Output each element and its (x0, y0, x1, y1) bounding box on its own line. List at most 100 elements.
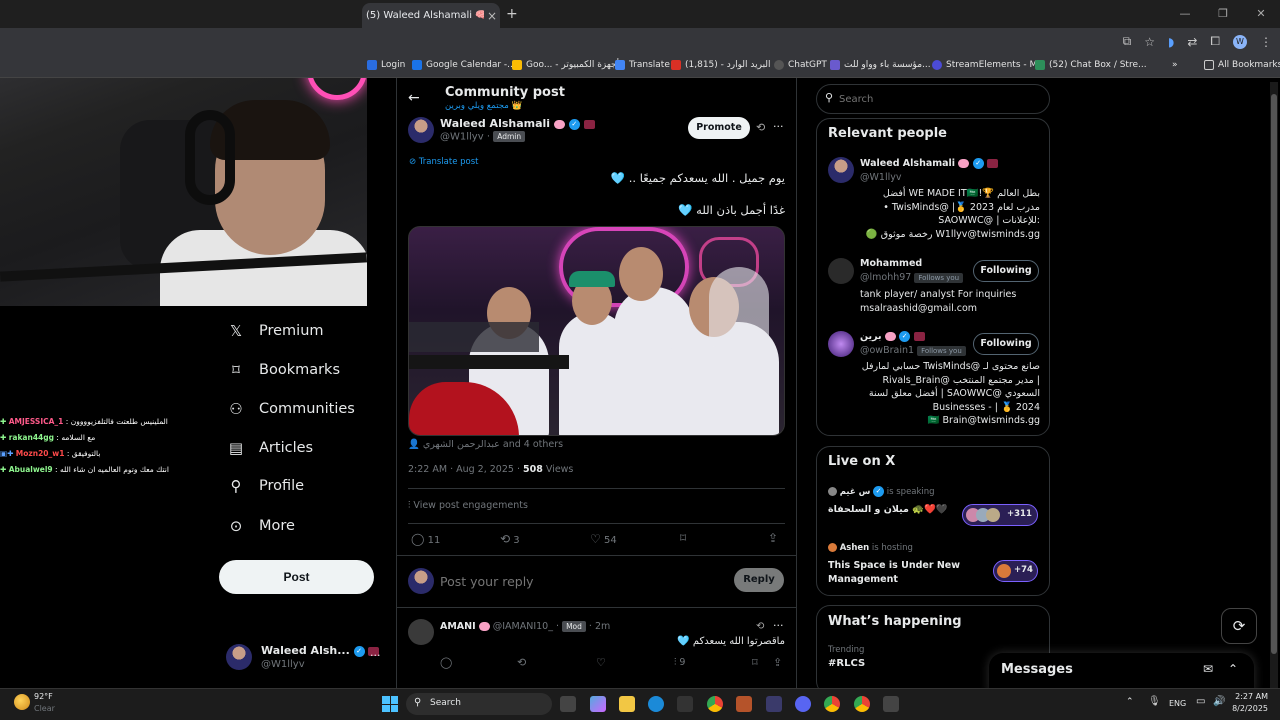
scrollbar-thumb[interactable] (1271, 94, 1277, 654)
chrome-icon[interactable] (854, 696, 870, 712)
post-more-icon[interactable]: ··· (773, 120, 784, 133)
reply-button[interactable]: Reply (734, 568, 784, 592)
author-name[interactable]: Waleed Alshamali ✓ (440, 117, 595, 130)
bookmark-action-icon[interactable]: ⌑ (680, 531, 686, 545)
star-icon[interactable]: ☆ (1144, 35, 1155, 49)
taskbar-search[interactable]: ⚲ Search (406, 693, 552, 715)
view-engagements-link[interactable]: ⫶ View post engagements (408, 500, 528, 511)
tray-chevron-icon[interactable]: ⌃ (1126, 697, 1134, 707)
grok-float-icon[interactable]: ⟳ (1221, 608, 1257, 644)
trend-topic[interactable]: #RLCS (828, 658, 865, 669)
heart-icon[interactable]: ♡ (596, 656, 606, 669)
new-message-icon[interactable]: ✉ (1203, 662, 1213, 676)
minimize-icon[interactable]: — (1166, 0, 1204, 28)
bookmarks-overflow[interactable]: » (1172, 60, 1178, 70)
install-app-icon[interactable]: ⧉ (1123, 34, 1132, 49)
edge-icon[interactable] (648, 696, 664, 712)
file-explorer-icon[interactable] (619, 696, 635, 712)
chrome-icon[interactable] (707, 696, 723, 712)
browser-tab[interactable]: (5) Waleed Alshamali 🧠 on X: × (362, 3, 500, 28)
tab-close-icon[interactable]: × (484, 9, 500, 23)
person-avatar[interactable] (828, 331, 854, 357)
bookmark-gmail[interactable]: البريد الوارد - (1,815) (671, 60, 771, 70)
app-icon[interactable] (883, 696, 899, 712)
app-icon[interactable] (736, 696, 752, 712)
new-tab-button[interactable]: + (506, 6, 518, 22)
repost-action[interactable]: ⟲ 3 (500, 532, 520, 546)
person-avatar[interactable] (828, 157, 854, 183)
bookmark-login[interactable]: Login (367, 60, 405, 70)
volume-icon[interactable]: 🔊 (1213, 696, 1225, 707)
nav-communities[interactable]: ⚇ Communities (227, 400, 355, 418)
grok-icon[interactable]: ⟲ (756, 621, 764, 632)
bookmark-translate[interactable]: Translate (615, 60, 670, 70)
reply-avatar[interactable] (408, 619, 434, 645)
person-avatar[interactable] (828, 258, 854, 284)
bookmark-chatbox[interactable]: (52) Chat Box / Stre... (1035, 60, 1147, 70)
post-photo[interactable] (408, 226, 785, 436)
microphone-icon[interactable]: 🎙 (1148, 696, 1161, 707)
discord-icon[interactable] (795, 696, 811, 712)
views-action[interactable]: ⫶ 9 (674, 657, 685, 668)
weather-temp[interactable]: 92°F (34, 692, 53, 701)
sync-icon[interactable]: ⇄ (1187, 35, 1197, 49)
bookmark-chatgpt[interactable]: ChatGPT (774, 60, 827, 70)
following-button[interactable]: Following (973, 260, 1039, 282)
copilot-icon[interactable] (590, 696, 606, 712)
messages-drawer[interactable]: Messages ✉ ⌃ (989, 653, 1254, 693)
bookmark-action-icon[interactable]: ⌑ (752, 656, 758, 669)
task-view-icon[interactable] (560, 696, 576, 712)
post-timestamp[interactable]: 2:22 AM · Aug 2, 2025 · 508 Views (408, 464, 573, 475)
windows-start-icon[interactable] (382, 696, 398, 712)
reply-input[interactable] (440, 570, 720, 592)
nav-premium[interactable]: 𝕏 Premium (227, 322, 324, 340)
bookmark-computers[interactable]: Goo... - أجهزة الكمبيوتر (512, 60, 619, 70)
language-indicator[interactable]: ENG (1169, 699, 1186, 708)
share-icon[interactable]: ⇪ (773, 656, 782, 669)
following-button[interactable]: Following (973, 333, 1039, 355)
extension-wave-icon[interactable]: ◗ (1168, 35, 1174, 49)
divider (408, 488, 785, 489)
nav-more[interactable]: ⊙ More (227, 517, 295, 535)
bookmark-foundation[interactable]: مؤسسة باء وواو للت... (830, 60, 931, 70)
reply-icon[interactable]: ◯ (440, 656, 452, 669)
bookmark-calendar[interactable]: Google Calendar -... (412, 60, 516, 70)
nav-articles[interactable]: ▤ Articles (227, 439, 313, 457)
author-avatar[interactable] (408, 117, 434, 143)
like-action[interactable]: ♡ 54 (590, 532, 617, 546)
account-switcher[interactable]: Waleed Alsh... ✓ @W1llyv ··· (224, 640, 384, 676)
translate-link[interactable]: ⊘ Translate post (409, 157, 478, 167)
chrome-icon[interactable] (824, 696, 840, 712)
nav-profile[interactable]: ⚲ Profile (227, 477, 305, 495)
expand-icon[interactable]: ⌃ (1228, 662, 1238, 676)
repost-icon[interactable]: ⟲ (517, 656, 526, 669)
close-window-icon[interactable]: ✕ (1242, 0, 1280, 28)
search-box[interactable]: ⚲ (816, 84, 1050, 114)
share-icon[interactable]: ⇪ (768, 531, 778, 545)
post-button[interactable]: Post (219, 560, 374, 594)
person-name[interactable]: برين ✓ (860, 331, 925, 342)
nav-bookmarks[interactable]: ⌑ Bookmarks (227, 361, 340, 379)
store-icon[interactable] (677, 696, 693, 712)
search-input[interactable] (839, 91, 1039, 107)
account-more-icon[interactable]: ··· (370, 649, 381, 662)
extensions-puzzle-icon[interactable]: ⧠ (1210, 34, 1220, 49)
profile-avatar[interactable]: W (1233, 34, 1247, 49)
tagged-people[interactable]: 👤 عبدالرحمن الشهري and 4 others (408, 439, 563, 450)
all-bookmarks[interactable]: All Bookmarks (1204, 60, 1280, 70)
clock-time[interactable]: 2:27 AM (1232, 692, 1268, 701)
bookmark-streamelements[interactable]: StreamElements - M... (932, 60, 1046, 70)
grok-icon[interactable]: ⟲ (756, 121, 765, 134)
app-icon[interactable] (766, 696, 782, 712)
restore-icon[interactable]: ❐ (1204, 0, 1242, 28)
person-name[interactable]: Mohammed (860, 258, 922, 269)
menu-kebab-icon[interactable]: ⋮ (1260, 35, 1272, 49)
reply-action[interactable]: ◯ 11 (411, 532, 440, 546)
back-arrow-icon[interactable]: ← (408, 90, 420, 106)
person-name[interactable]: Waleed Alshamali ✓ (860, 158, 998, 169)
community-name[interactable]: مجتمع ويلي وبرين 👑 (445, 101, 522, 111)
scrollbar-track[interactable] (1270, 82, 1278, 688)
promote-button[interactable]: Promote (688, 117, 750, 139)
reply-more-icon[interactable]: ··· (773, 619, 784, 632)
network-icon[interactable]: ▭ (1196, 696, 1205, 707)
